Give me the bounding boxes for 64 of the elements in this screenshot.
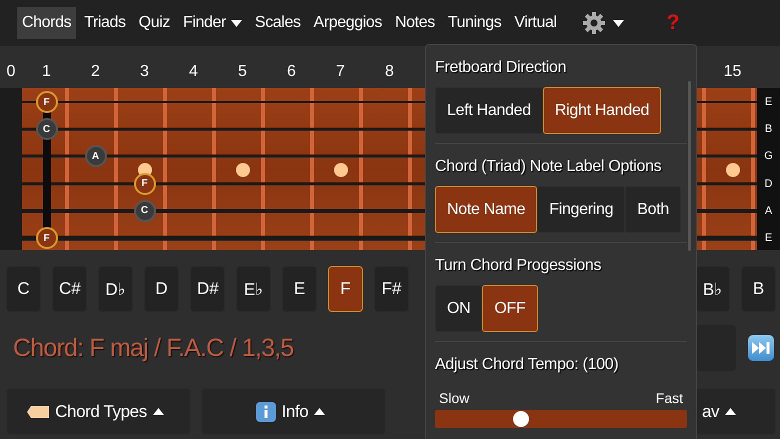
scrollbar[interactable] xyxy=(688,81,691,251)
fret-number: 7 xyxy=(335,62,346,82)
nav-tab[interactable]: Arpeggios xyxy=(308,7,387,39)
nav-tab[interactable]: Chords xyxy=(17,7,76,39)
nav-tab[interactable]: Quiz xyxy=(134,7,175,39)
key-button[interactable]: F# xyxy=(374,266,409,312)
option-button[interactable]: Note Name xyxy=(435,186,538,233)
setting-title: Adjust Chord Tempo: (100) xyxy=(435,355,620,375)
key-button[interactable]: E♭ xyxy=(236,266,271,312)
caret-icon xyxy=(314,408,326,415)
slider-max-label: Fast xyxy=(656,390,683,406)
string-label: E xyxy=(764,232,774,244)
option-button[interactable]: Both xyxy=(625,186,681,233)
fret-number: 8 xyxy=(384,62,395,82)
option-button[interactable]: Left Handed xyxy=(435,87,543,134)
key-button[interactable]: B♭ xyxy=(695,266,730,312)
option-button[interactable]: Fingering xyxy=(537,186,626,233)
slider-min-label: Slow xyxy=(439,390,470,406)
tag-icon xyxy=(27,406,50,418)
key-button[interactable]: B xyxy=(741,266,776,312)
skip-forward-icon xyxy=(752,342,770,354)
option-button[interactable]: ON xyxy=(435,285,482,332)
key-button[interactable]: D xyxy=(144,266,179,312)
nav-tab[interactable]: Finder xyxy=(178,7,247,39)
fret-number: 2 xyxy=(90,62,101,82)
setting-title: Chord (Triad) Note Label Options xyxy=(435,157,662,177)
fret-number: 4 xyxy=(188,62,199,82)
key-button[interactable]: F xyxy=(328,266,363,312)
menu-button[interactable]: Chord Types xyxy=(6,388,191,435)
key-button[interactable]: D♭ xyxy=(98,266,133,312)
string-label: D xyxy=(764,178,774,190)
chord-title: Chord: F maj / F.A.C / 1,3,5 xyxy=(13,334,294,362)
string-label: A xyxy=(764,204,774,217)
nav-tab[interactable]: Virtual xyxy=(509,7,562,39)
caret-icon xyxy=(612,20,624,26)
fret-number: 0 xyxy=(6,62,16,82)
chord-panel xyxy=(694,325,736,371)
string-label: B xyxy=(764,123,774,136)
string-label: G xyxy=(763,150,774,162)
fret-number: 6 xyxy=(286,62,297,82)
skip-forward-button[interactable] xyxy=(748,335,774,361)
setting-title: Fretboard Direction xyxy=(435,58,568,78)
key-button[interactable]: C# xyxy=(52,266,87,312)
key-button[interactable]: D# xyxy=(190,266,225,312)
fret-number: 1 xyxy=(41,62,52,82)
setting-title: Turn Chord Progessions xyxy=(435,256,602,276)
key-button[interactable]: E xyxy=(282,266,317,312)
key-button[interactable]: C xyxy=(6,266,41,312)
nav-tab[interactable]: Triads xyxy=(79,7,131,39)
fret-number: 5 xyxy=(237,62,248,82)
menu-button[interactable]: Info xyxy=(201,388,386,435)
nav-tab[interactable]: Tunings xyxy=(442,7,506,39)
slider-thumb[interactable] xyxy=(512,411,529,427)
tempo-slider[interactable] xyxy=(435,410,687,428)
info-icon xyxy=(256,402,276,422)
option-button[interactable]: Right Handed xyxy=(542,87,662,134)
option-button[interactable]: OFF xyxy=(482,285,538,332)
caret-icon xyxy=(725,408,736,415)
nav-tab[interactable]: Scales xyxy=(250,7,306,39)
caret-icon xyxy=(152,408,164,415)
fret-number: 15 xyxy=(722,62,742,82)
nav-tab[interactable]: Notes xyxy=(390,7,440,39)
string-label: E xyxy=(764,96,774,108)
fret-number: 3 xyxy=(139,62,150,82)
